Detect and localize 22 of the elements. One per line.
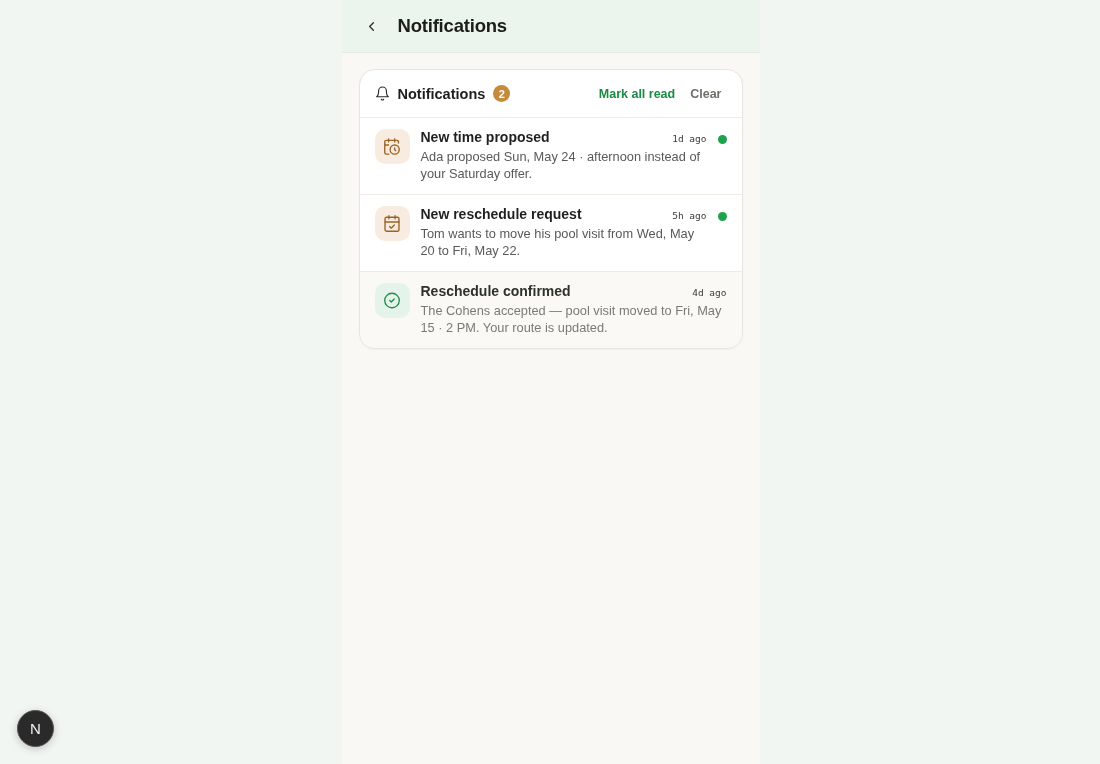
notification-title: New reschedule request [420,206,582,222]
notification-time: 5h ago [672,210,707,221]
notification-item[interactable]: New reschedule request 5h ago Tom wants to move his pool visit from Wed, May 20 to Fri, May 22. [359,195,742,272]
dev-badge-button[interactable]: N [17,710,54,747]
calendar-check-icon [374,206,410,241]
card-title: Notifications [397,85,486,102]
clear-link[interactable]: Clear [690,86,722,101]
notification-title: Reschedule confirmed [420,283,571,299]
notification-text: Tom wants to move his pool visit from Wed, May 20 to Fri, May 22. [420,225,696,259]
calendar-clock-icon [374,129,410,164]
notification-item[interactable]: Reschedule confirmed 4d ago The Cohens accepted — pool visit moved to Fri, May 15 · 2 PM. Your route is updated. [359,272,742,348]
count-badge: 2 [493,85,511,102]
notification-item[interactable]: New time proposed 1d ago Ada proposed Sun, May 24 · afternoon instead of your Saturday offer. [359,118,742,195]
notification-time: 4d ago [692,287,727,298]
bell-icon [375,86,389,101]
notification-title: New time proposed [420,129,550,145]
notification-text: Ada proposed Sun, May 24 · afternoon instead of your Saturday offer. [420,148,702,182]
chevron-left-icon[interactable] [369,21,374,31]
page-title: Notifications [397,15,507,37]
notification-text: The Cohens accepted — pool visit moved to Fri, May 15 · 2 PM. Your route is updated. [420,302,723,336]
notification-time: 1d ago [672,133,707,144]
mark-all-read-link[interactable]: Mark all read [598,86,676,101]
